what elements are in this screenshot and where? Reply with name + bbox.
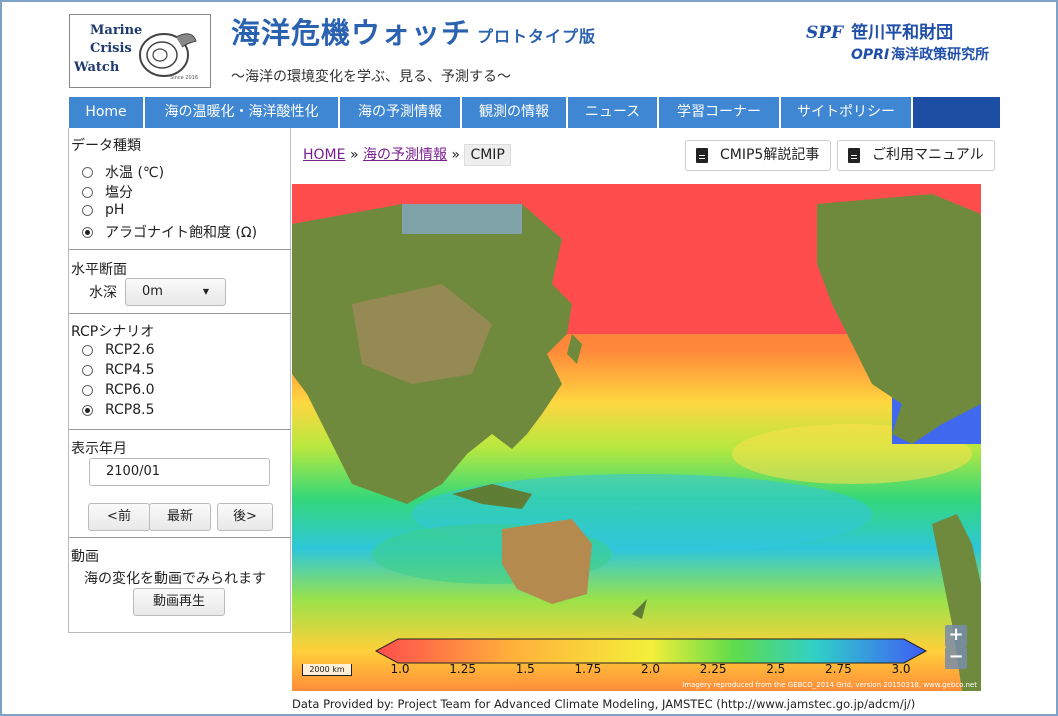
date-input[interactable]: 2100/01 (89, 458, 270, 486)
radio-dot[interactable] (82, 364, 93, 376)
ammonite-shell-icon (139, 33, 197, 77)
nav-warming-acidification[interactable]: 海の温暖化・海洋酸性化 (145, 97, 340, 128)
spf-name: 笹川平和財団 (851, 23, 954, 43)
nav-site-policy[interactable]: サイトポリシー (781, 97, 913, 128)
spf-logo-mark: SPF (806, 23, 844, 43)
map-scale-bar: 2000 km (302, 664, 352, 676)
colorbar-tick: 2.75 (825, 662, 852, 676)
data-type-section: データ種類 水温 (℃) 塩分 pH アラゴナイト飽和度 (Ω) (69, 128, 291, 250)
manual-button[interactable]: ご利用マニュアル (837, 140, 995, 171)
ocean-map[interactable]: 1.0 1.25 1.5 1.75 2.0 2.25 2.5 2.75 3.0 … (292, 184, 981, 691)
colorbar-tick: 2.0 (640, 662, 661, 676)
colorbar-ticks: 1.0 1.25 1.5 1.75 2.0 2.25 2.5 2.75 3.0 (390, 662, 910, 678)
data-provider-footer: Data Provided by: Project Team for Advan… (292, 697, 916, 711)
document-icon (848, 148, 860, 163)
horizontal-title: 水平断面 (71, 262, 127, 278)
colorbar-tick: 2.25 (699, 662, 727, 676)
latest-button[interactable]: 最新 (149, 503, 211, 531)
radio-dot[interactable] (82, 204, 93, 216)
cmip5-article-button[interactable]: CMIP5解説記事 (685, 140, 831, 171)
radio-label: RCP2.6 (105, 342, 155, 358)
radio-label: pH (105, 202, 125, 218)
zoom-in-button[interactable]: + (945, 625, 967, 647)
site-subtitle: ～海洋の環境変化を学ぶ、見る、予測する～ (231, 69, 511, 85)
animation-title: 動画 (71, 549, 99, 565)
nav-home[interactable]: Home (69, 97, 145, 128)
radio-label: RCP4.5 (105, 362, 155, 378)
radio-rcp60[interactable]: RCP6.0 (82, 382, 155, 398)
radio-salinity[interactable]: 塩分 (82, 182, 133, 202)
breadcrumb-home[interactable]: HOME (303, 147, 345, 163)
marine-crisis-watch-logo[interactable]: Marine Crisis Watch Since 2016 (69, 14, 211, 88)
chevron-down-icon: ▼ (202, 287, 209, 296)
breadcrumb-sep: » (451, 147, 460, 163)
zoom-out-button[interactable]: − (945, 647, 967, 669)
radio-rcp85[interactable]: RCP8.5 (82, 402, 155, 418)
radio-label: 塩分 (105, 185, 133, 201)
opri-logo-mark: OPRI (851, 47, 890, 63)
document-icon (696, 148, 708, 163)
radio-aragonite[interactable]: アラゴナイト飽和度 (Ω) (82, 222, 257, 242)
next-button[interactable]: 後> (217, 503, 273, 531)
radio-label: RCP6.0 (105, 382, 155, 398)
radio-dot-selected[interactable] (82, 404, 93, 416)
radio-label: RCP8.5 (105, 402, 155, 418)
nav-learning[interactable]: 学習コーナー (659, 97, 781, 128)
depth-label: 水深 (89, 285, 117, 301)
nav-ocean-forecast[interactable]: 海の予測情報 (340, 97, 462, 128)
logo-since: Since 2016 (170, 75, 198, 81)
site-title-text: 海洋危機ウォッチ (231, 16, 472, 50)
radio-rcp26[interactable]: RCP2.6 (82, 342, 155, 358)
rcp-section: RCPシナリオ RCP2.6 RCP4.5 RCP6.0 RCP8.5 (69, 314, 291, 430)
radio-dot[interactable] (82, 344, 93, 356)
colorbar-tick: 1.0 (390, 662, 410, 676)
data-type-title: データ種類 (71, 138, 141, 154)
horizontal-section: 水平断面 水深 0m ▼ (69, 250, 291, 314)
map-canvas (292, 184, 981, 691)
animation-section: 動画 海の変化を動画でみられます 動画再生 (69, 538, 291, 633)
radio-water-temp[interactable]: 水温 (℃) (82, 162, 164, 182)
rcp-title: RCPシナリオ (71, 324, 155, 340)
radio-dot[interactable] (82, 186, 93, 198)
logo-line-1: Marine (90, 23, 143, 38)
animation-desc: 海の変化を動画でみられます (84, 571, 266, 587)
radio-label: 水温 (℃) (105, 165, 165, 181)
breadcrumb-sep: » (349, 147, 359, 163)
radio-dot[interactable] (82, 384, 93, 396)
map-credit: Imagery reproduced from the GEBCO_2014 G… (682, 681, 977, 689)
radio-ph[interactable]: pH (82, 202, 124, 218)
title-badge: プロトタイプ版 (477, 27, 597, 46)
date-section: 表示年月 2100/01 <前 最新 後> (69, 430, 291, 538)
breadcrumb: HOME » 海の予測情報 » CMIP (303, 144, 511, 166)
depth-value: 0m (142, 284, 163, 299)
radio-rcp45[interactable]: RCP4.5 (82, 362, 155, 378)
breadcrumb-forecast[interactable]: 海の予測情報 (363, 147, 447, 163)
opri-name: 海洋政策研究所 (891, 47, 990, 63)
control-sidebar: データ種類 水温 (℃) 塩分 pH アラゴナイト飽和度 (Ω) 水平断面 水深… (68, 128, 291, 633)
main-nav: Home 海の温暖化・海洋酸性化 海の予測情報 観測の情報 ニュース 学習コーナ… (69, 97, 1000, 128)
manual-label: ご利用マニュアル (872, 147, 984, 163)
colorbar-tick: 1.75 (574, 662, 602, 676)
cmip5-article-label: CMIP5解説記事 (720, 147, 820, 163)
colorbar-tick: 1.25 (449, 662, 476, 676)
prev-button[interactable]: <前 (88, 503, 150, 531)
opri-logo[interactable]: OPRI 海洋政策研究所 (851, 44, 989, 64)
radio-label: アラゴナイト飽和度 (Ω) (105, 225, 258, 241)
site-title: 海洋危機ウォッチ プロトタイプ版 (231, 10, 596, 52)
spf-logo[interactable]: SPF 笹川平和財団 (806, 18, 953, 43)
date-title: 表示年月 (71, 441, 127, 457)
play-animation-button[interactable]: 動画再生 (133, 588, 225, 616)
nav-observation[interactable]: 観測の情報 (462, 97, 568, 128)
colorbar-tick: 1.5 (515, 662, 535, 676)
radio-dot[interactable] (82, 166, 93, 178)
depth-select[interactable]: 0m ▼ (125, 278, 226, 306)
colorbar-tick: 3.0 (891, 662, 911, 676)
radio-dot-selected[interactable] (82, 226, 93, 238)
logo-line-2: Crisis (90, 41, 132, 56)
nav-news[interactable]: ニュース (568, 97, 659, 128)
breadcrumb-current: CMIP (464, 144, 511, 166)
logo-line-3: Watch (74, 60, 120, 75)
colorbar-tick: 2.5 (766, 662, 786, 676)
